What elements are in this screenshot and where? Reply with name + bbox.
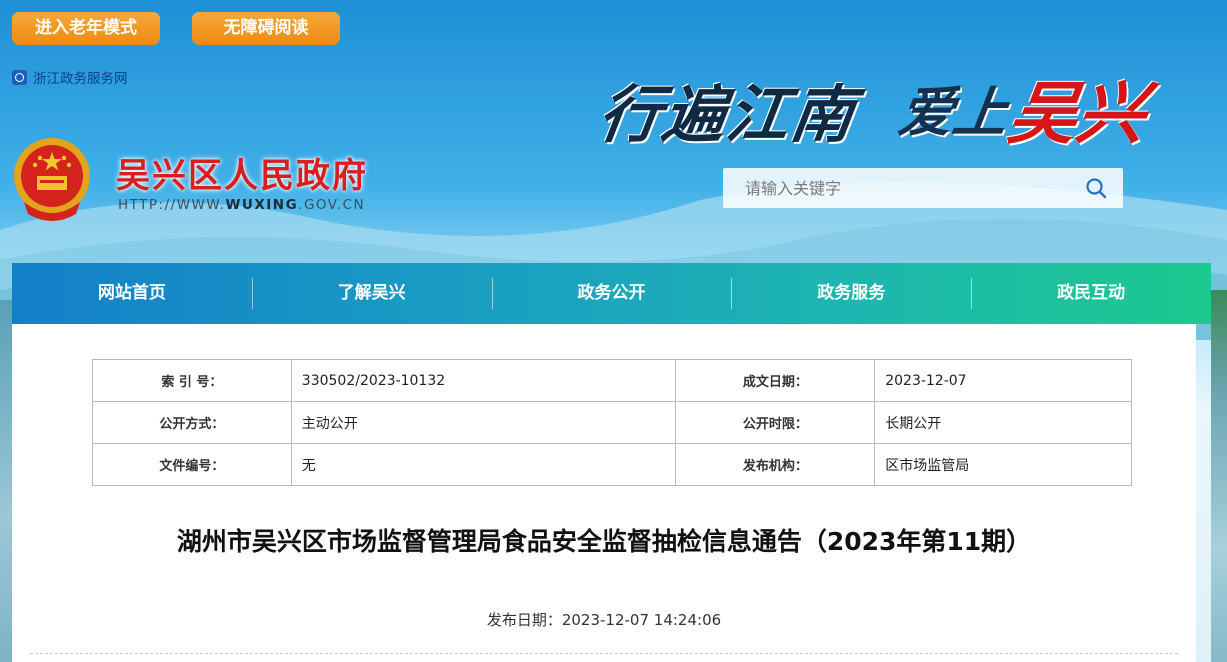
accessible-reading-button[interactable]: 无障碍阅读 (192, 12, 340, 45)
article-content-area: 索 引 号： 330502/2023-10132 成文日期： 2023-12-0… (12, 324, 1196, 662)
search-box (723, 168, 1123, 208)
slogan-banner: 行遍江南 爱上 吴兴 (594, 58, 1160, 154)
nav-item-about-wuxing[interactable]: 了解吴兴 (251, 263, 492, 324)
meta-key-document-number: 文件编号： (92, 443, 292, 486)
nav-item-public-interaction[interactable]: 政民互动 (971, 263, 1211, 324)
main-navigation: 网站首页 了解吴兴 政务公开 政务服务 政民互动 (12, 263, 1211, 324)
document-metadata-table: 索 引 号： 330502/2023-10132 成文日期： 2023-12-0… (92, 359, 1132, 486)
meta-value-issuing-agency: 区市场监管局 (874, 443, 1132, 486)
slogan-part1: 行遍江南 (594, 78, 861, 151)
site-url-suffix: .GOV.CN (298, 197, 366, 213)
meta-value-disclosure-method: 主动公开 (290, 401, 677, 444)
publish-date-label: 发布日期： (486, 611, 562, 629)
national-emblem-icon (14, 138, 90, 221)
meta-key-written-date: 成文日期： (675, 359, 876, 402)
table-row: 文件编号： 无 发布机构： 区市场监管局 (92, 443, 1132, 486)
elder-mode-button[interactable]: 进入老年模式 (12, 12, 160, 45)
meta-key-disclosure-period: 公开时限： (675, 401, 876, 444)
nav-item-government-affairs[interactable]: 政务公开 (491, 263, 732, 324)
table-row: 索 引 号： 330502/2023-10132 成文日期： 2023-12-0… (92, 359, 1132, 402)
nav-item-home[interactable]: 网站首页 (12, 263, 252, 324)
meta-value-disclosure-period: 长期公开 (874, 401, 1132, 444)
site-url-domain: WUXING (225, 197, 299, 213)
site-title[interactable]: 吴兴区人民政府 (116, 148, 368, 197)
meta-value-document-number: 无 (290, 443, 677, 486)
slogan-part2: 爱上 (894, 80, 1012, 144)
meta-key-issuing-agency: 发布机构： (675, 443, 876, 486)
search-input[interactable] (743, 177, 1085, 199)
slogan-part3: 吴兴 (1003, 74, 1151, 154)
zhejiang-portal-link[interactable]: 浙江政务服务网 (12, 68, 128, 87)
meta-key-index-number: 索 引 号： (92, 359, 292, 402)
portal-link-label: 浙江政务服务网 (33, 71, 128, 87)
publish-date: 发布日期：2023-12-07 14:24:06 (12, 609, 1196, 630)
nav-item-government-services[interactable]: 政务服务 (731, 263, 971, 324)
meta-value-written-date: 2023-12-07 (874, 359, 1132, 402)
table-row: 公开方式： 主动公开 公开时限： 长期公开 (92, 401, 1132, 444)
site-url: HTTP://WWW.WUXING.GOV.CN (118, 197, 365, 213)
portal-logo-icon (12, 69, 27, 85)
search-icon[interactable] (1085, 177, 1107, 199)
meta-key-disclosure-method: 公开方式： (92, 401, 292, 444)
article-title: 湖州市吴兴区市场监督管理局食品安全监督抽检信息通告（2023年第11期） (176, 527, 1032, 556)
publish-date-value: 2023-12-07 14:24:06 (561, 611, 722, 629)
meta-value-index-number: 330502/2023-10132 (290, 359, 677, 402)
site-url-prefix: HTTP://WWW. (118, 197, 226, 213)
scenery-right-strip (1211, 290, 1227, 662)
divider (30, 653, 1178, 654)
